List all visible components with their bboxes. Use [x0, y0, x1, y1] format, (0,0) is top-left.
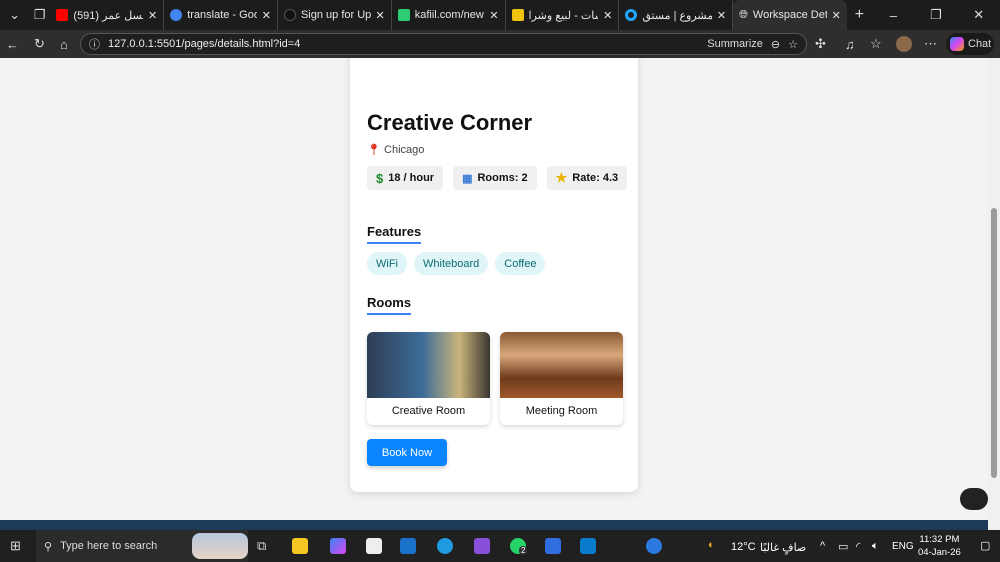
upwork-favicon-icon	[283, 9, 296, 21]
feature-tag: Whiteboard	[414, 252, 489, 275]
close-tab-icon[interactable]: ✕	[832, 9, 841, 22]
tab-youtube[interactable]: (591) مسلسل عمر✕	[50, 0, 165, 30]
workspace-card: Creative Corner 📍︎ Chicago $18 / hour ▦ R…	[350, 58, 638, 492]
mostaql-favicon-icon	[625, 9, 638, 21]
favorite-star-icon[interactable]: ☆	[788, 38, 798, 51]
youtube-favicon-icon	[56, 9, 69, 21]
battery-icon[interactable]: ▭	[838, 540, 848, 553]
tray-chevron-icon[interactable]: ^	[820, 540, 825, 552]
language-indicator[interactable]: ENG	[892, 541, 914, 552]
workspaces-icon[interactable]: ❐	[29, 7, 50, 23]
visual-studio-icon[interactable]	[474, 538, 490, 554]
windows-start-icon[interactable]: ⊞	[10, 538, 21, 554]
tab-list-chevron-icon[interactable]: ⌄	[0, 7, 29, 23]
page-content: Creative Corner 📍︎ Chicago $18 / hour ▦ R…	[0, 58, 988, 520]
back-icon[interactable]: ←	[6, 37, 19, 52]
location: 📍︎ Chicago	[367, 144, 425, 156]
help-icon[interactable]	[646, 538, 662, 554]
scrollbar[interactable]	[988, 58, 1000, 530]
volume-icon[interactable]: 🔈︎	[872, 540, 879, 553]
new-tab-icon[interactable]: +	[847, 6, 872, 24]
room-card[interactable]: Creative Room	[367, 332, 490, 425]
scrollbar-thumb[interactable]	[991, 208, 997, 478]
star-icon: ★	[555, 170, 568, 185]
feature-tag: Coffee	[495, 252, 546, 275]
pin-icon: 📍︎	[367, 144, 381, 156]
page-footer-band	[0, 520, 988, 530]
room-image	[500, 332, 623, 398]
features-heading: Features	[367, 224, 422, 244]
search-highlight-image	[192, 533, 248, 559]
copilot-floating-button[interactable]	[960, 488, 988, 510]
workspace-title: Creative Corner	[367, 110, 533, 135]
building-icon: ▦	[462, 172, 473, 185]
tab-kafiil[interactable]: kafiil.com/new-kaf✕	[392, 0, 506, 30]
copilot-chat-button[interactable]: Chat	[946, 33, 994, 55]
globe-icon: 🌐︎	[739, 8, 748, 21]
weather-icon: ◐	[708, 539, 715, 551]
notification-badge: 2	[519, 546, 528, 555]
kafiil-favicon-icon	[397, 9, 410, 21]
info-icon: ⓘ	[89, 39, 100, 51]
features-list: WiFi Whiteboard Coffee	[367, 252, 546, 275]
favorites-icon[interactable]: ☆	[870, 36, 882, 52]
wifi-icon[interactable]: ◜	[856, 540, 860, 553]
search-icon: ⚲	[44, 540, 53, 553]
vscode-icon[interactable]	[580, 538, 596, 554]
rating-badge: ★ Rate: 4.3	[546, 166, 628, 190]
file-explorer-icon[interactable]	[292, 538, 308, 554]
notifications-icon[interactable]: ▢	[980, 539, 990, 552]
maximize-icon[interactable]: ❐	[915, 7, 958, 23]
whatsapp-icon[interactable]: 2	[510, 538, 528, 555]
media-icon[interactable]: ♫	[845, 37, 855, 52]
zoom-out-icon[interactable]: ⊖	[771, 38, 780, 51]
close-tab-icon[interactable]: ✕	[717, 9, 726, 22]
feature-tag: WiFi	[367, 252, 407, 275]
outlook-icon[interactable]	[400, 538, 416, 554]
tab-khamsat[interactable]: خمسات - لبيع وشرا✕	[506, 0, 620, 30]
close-tab-icon[interactable]: ✕	[489, 9, 498, 22]
tab-upwork[interactable]: Sign up for Upwork✕	[278, 0, 392, 30]
refresh-icon[interactable]: ↻	[34, 36, 45, 52]
tab-mostaql[interactable]: إضافة مشروع | مستق✕	[619, 0, 734, 30]
url-field[interactable]: ⓘ 127.0.0.1:5501/pages/details.html?id=4…	[80, 33, 807, 55]
store-icon[interactable]	[366, 538, 382, 554]
close-window-icon[interactable]: ✕	[957, 7, 1000, 23]
tab-workspace-details[interactable]: 🌐︎Workspace Details✕	[733, 0, 847, 30]
taskbar-search[interactable]: ⚲ Type here to search	[36, 530, 248, 562]
task-view-icon[interactable]: ⧉	[257, 538, 266, 554]
khamsat-favicon-icon	[511, 9, 524, 21]
minimize-icon[interactable]: –	[872, 8, 915, 23]
room-card[interactable]: Meeting Room	[500, 332, 623, 425]
copilot-icon	[950, 37, 964, 51]
price-badge: $18 / hour	[367, 166, 444, 190]
edge-icon[interactable]	[437, 538, 453, 554]
summarize-button[interactable]: Summarize	[707, 38, 763, 50]
tab-bar: ⌄ ❐ (591) مسلسل عمر✕ translate - Google✕…	[0, 0, 1000, 30]
copilot-app-icon[interactable]	[330, 538, 346, 554]
tab-google-translate[interactable]: translate - Google✕	[164, 0, 278, 30]
google-favicon-icon	[170, 9, 183, 21]
app-icon[interactable]	[545, 538, 561, 554]
close-tab-icon[interactable]: ✕	[603, 9, 612, 22]
dollar-icon: $	[376, 170, 384, 186]
rooms-list: Creative Room Meeting Room	[367, 332, 623, 425]
close-tab-icon[interactable]: ✕	[262, 9, 271, 22]
clock[interactable]: 11:32 PM 04-Jan-26	[918, 533, 961, 559]
weather-text[interactable]: صافٍ غالبًا	[760, 541, 806, 554]
home-icon[interactable]: ⌂	[60, 37, 68, 52]
close-tab-icon[interactable]: ✕	[376, 9, 385, 22]
weather-temp[interactable]: 12°C	[731, 541, 756, 553]
extensions-icon[interactable]: ✣	[815, 36, 826, 52]
room-image	[367, 332, 490, 398]
book-now-button[interactable]: Book Now	[367, 439, 447, 466]
rooms-heading: Rooms	[367, 295, 412, 315]
profile-avatar[interactable]	[896, 36, 912, 52]
rooms-badge: ▦ Rooms: 2	[453, 166, 537, 190]
close-tab-icon[interactable]: ✕	[148, 9, 157, 22]
taskbar: ⊞ ⚲ Type here to search ⧉ 2 ◐ 12°C صافٍ غ…	[0, 530, 1000, 562]
more-icon[interactable]: ⋯	[924, 36, 937, 52]
address-bar-row: ← ↻ ⌂ ⓘ 127.0.0.1:5501/pages/details.htm…	[0, 30, 1000, 58]
